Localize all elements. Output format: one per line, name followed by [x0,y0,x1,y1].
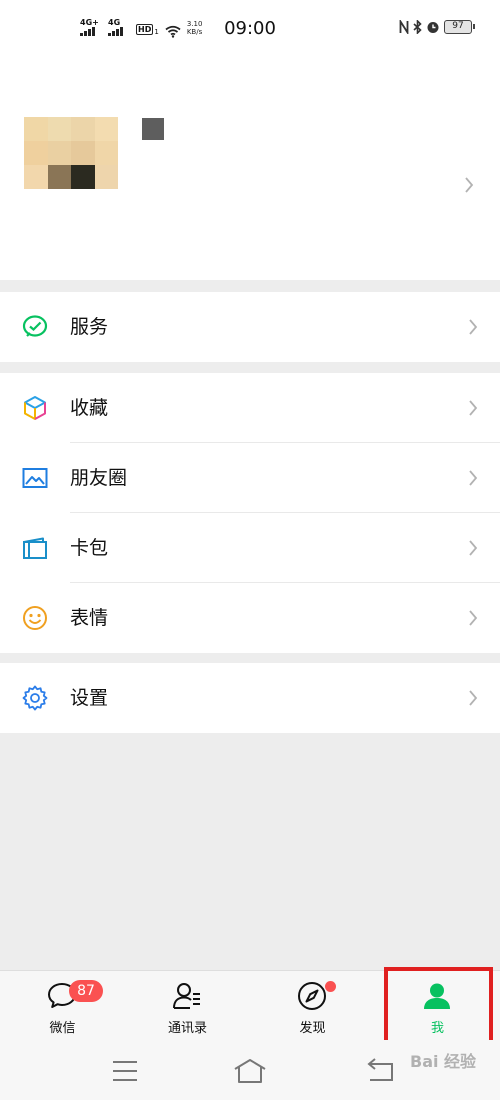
battery-level: 97 [452,21,464,31]
chevron-right-icon [469,319,478,335]
battery-icon: 97 [444,20,475,34]
alarm-icon [427,22,439,33]
menu-group-services: 服务 [0,292,500,362]
tab-label: 发现 [299,1021,326,1036]
menu-item-services[interactable]: 服务 [0,292,500,362]
menu-group-settings: 设置 [0,663,500,733]
watermark: Bai 经验 [410,1052,477,1071]
bluetooth-icon [413,20,422,34]
menu-label: 收藏 [70,397,109,419]
tab-chats[interactable]: 87 微信 [0,971,125,1041]
profile-name-redacted [142,118,164,140]
moments-picture-icon [22,468,48,488]
unread-badge: 87 [69,980,103,1002]
favorites-cube-icon [24,396,46,420]
chevron-right-icon [469,400,478,416]
back-icon[interactable] [366,1058,396,1084]
tab-discover[interactable]: 发现 [250,971,375,1041]
menu-item-settings[interactable]: 设置 [0,663,500,733]
chevron-right-icon [469,690,478,706]
new-indicator-dot [325,981,336,992]
menu-item-moments[interactable]: 朋友圈 [0,443,500,513]
menu-label: 表情 [70,607,109,629]
menu-item-cards[interactable]: 卡包 [0,513,500,583]
compass-icon [298,982,326,1010]
status-bar: 4G+ 4G HD 1 3.10 KB/s 09:00 97 [0,0,500,60]
nfc-icon [399,20,409,34]
menu-group-main: 收藏 朋友圈 卡包 表情 [0,373,500,653]
contacts-icon [173,983,200,1009]
menu-icon[interactable] [112,1060,138,1082]
chevron-right-icon [469,610,478,626]
home-icon[interactable] [233,1058,267,1084]
menu-label: 卡包 [70,537,109,559]
profile-header[interactable] [0,60,500,280]
chevron-right-icon [465,177,474,193]
services-icon [22,315,48,337]
menu-label: 朋友圈 [70,467,128,489]
avatar[interactable] [24,117,118,189]
menu-item-stickers[interactable]: 表情 [0,583,500,653]
status-right: 97 [399,20,475,34]
card-wallet-icon [23,537,47,559]
chevron-right-icon [469,540,478,556]
chevron-right-icon [469,470,478,486]
smiley-icon [23,606,47,630]
gear-icon [22,685,48,711]
tab-label: 微信 [49,1021,76,1036]
menu-item-favorites[interactable]: 收藏 [0,373,500,443]
tab-label: 通讯录 [167,1021,207,1036]
tab-contacts[interactable]: 通讯录 [125,971,250,1041]
menu-label: 设置 [70,687,109,709]
menu-label: 服务 [70,316,109,338]
